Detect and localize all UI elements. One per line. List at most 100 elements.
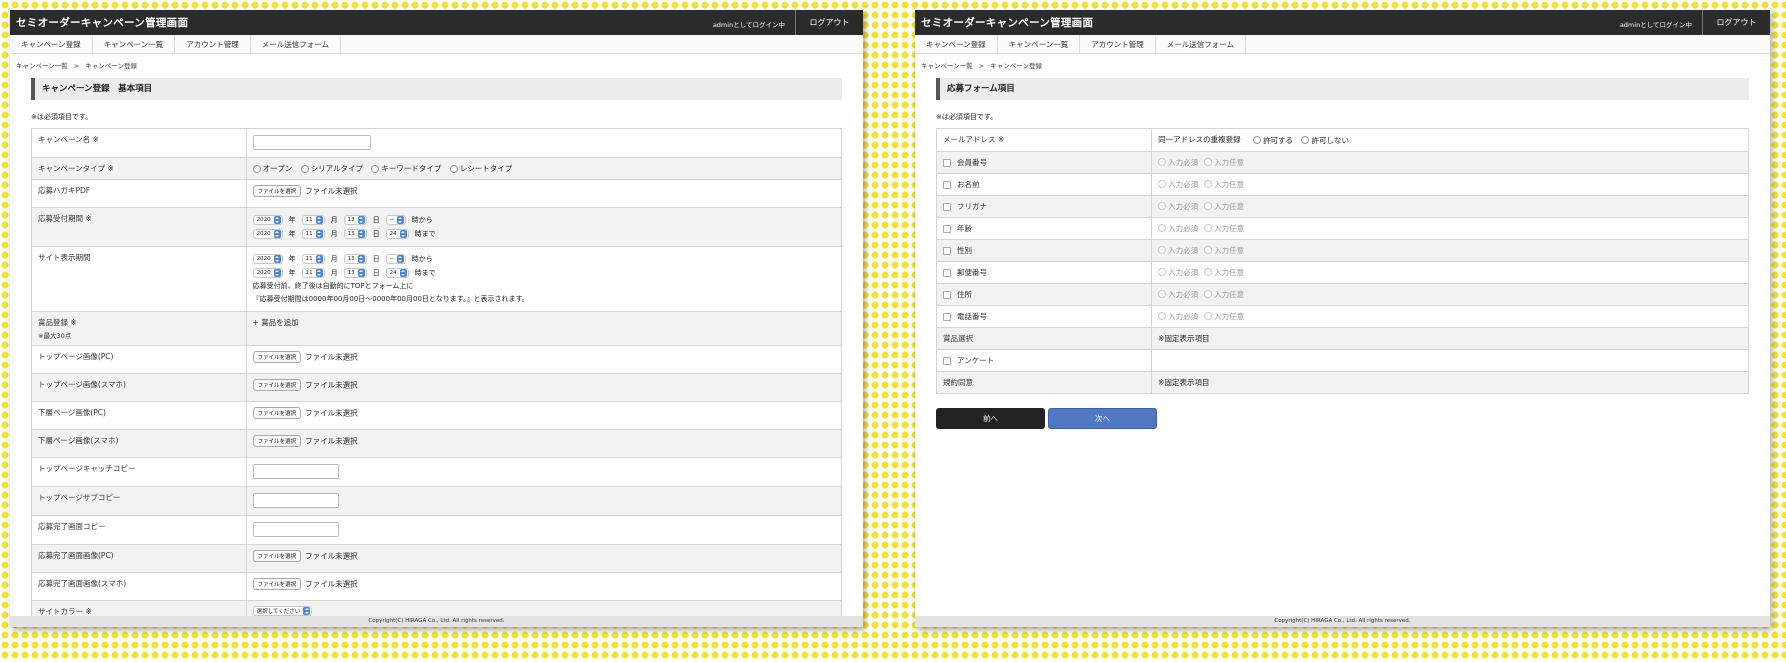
- year-select[interactable]: 2020: [252, 215, 283, 225]
- nav-item-account[interactable]: アカウント管理: [1080, 35, 1156, 53]
- hour-select[interactable]: --: [385, 254, 406, 264]
- radio-label: 入力必須: [1168, 311, 1199, 321]
- field-checkbox[interactable]: [943, 202, 951, 211]
- required-radio[interactable]: [1158, 180, 1167, 188]
- field-label: 応募ハガキPDF: [31, 179, 247, 208]
- type-radio-serial[interactable]: [300, 164, 309, 173]
- hour-select[interactable]: 24: [385, 268, 409, 278]
- type-radio-keyword[interactable]: [371, 164, 380, 173]
- top-sub-input[interactable]: [252, 493, 339, 508]
- file-select-button[interactable]: ファイルを選択: [252, 435, 302, 447]
- required-radio[interactable]: [1158, 268, 1167, 276]
- field-sublabel: ※最大30点: [38, 332, 72, 340]
- file-select-button[interactable]: ファイルを選択: [252, 379, 302, 391]
- field-label: 規約同意: [935, 370, 1153, 394]
- breadcrumb-campaign-list[interactable]: キャンペーン一覧: [921, 62, 973, 70]
- dup-deny-radio[interactable]: [1301, 136, 1310, 144]
- breadcrumb: キャンペーン一覧 > キャンペーン登録: [915, 54, 1770, 73]
- field-label: お名前: [957, 179, 980, 189]
- logout-button[interactable]: ログアウト: [1702, 10, 1770, 35]
- back-button[interactable]: 前へ: [936, 407, 1045, 429]
- day-select[interactable]: 13: [343, 254, 367, 264]
- field-label: キャンペーン名 ※: [31, 128, 247, 158]
- field-checkbox[interactable]: [943, 268, 951, 277]
- optional-radio[interactable]: [1204, 268, 1213, 276]
- field-label: 応募完了画面コピー: [31, 515, 247, 545]
- required-radio[interactable]: [1158, 290, 1167, 298]
- nav-item-account[interactable]: アカウント管理: [175, 35, 251, 53]
- file-status: ファイル未選択: [305, 380, 358, 390]
- file-status: ファイル未選択: [305, 579, 358, 589]
- type-radio-receipt[interactable]: [449, 164, 458, 173]
- month-select[interactable]: 11: [301, 215, 325, 225]
- optional-radio[interactable]: [1204, 246, 1213, 254]
- field-checkbox[interactable]: [943, 246, 951, 255]
- form-field-row: 電話番号 入力必須 入力任意: [935, 304, 1749, 328]
- optional-radio[interactable]: [1204, 180, 1213, 188]
- file-select-button[interactable]: ファイルを選択: [252, 351, 302, 363]
- nav-item-mail-form[interactable]: メール送信フォーム: [1156, 35, 1247, 53]
- month-select[interactable]: 11: [301, 254, 325, 264]
- year-select[interactable]: 2020: [252, 268, 283, 278]
- nav-item-campaign-list[interactable]: キャンペーン一覧: [93, 35, 176, 53]
- required-radio[interactable]: [1158, 312, 1167, 320]
- optional-radio[interactable]: [1204, 158, 1213, 166]
- site-color-select[interactable]: 選択してください: [252, 606, 313, 616]
- campaign-name-input[interactable]: [252, 135, 371, 150]
- breadcrumb-separator: >: [73, 62, 80, 70]
- field-label: 賞品選択: [935, 326, 1153, 350]
- day-select[interactable]: 13: [343, 215, 367, 225]
- field-checkbox[interactable]: [943, 290, 951, 299]
- field-checkbox[interactable]: [943, 180, 951, 189]
- radio-label: 入力任意: [1214, 311, 1245, 321]
- optional-radio[interactable]: [1204, 290, 1213, 298]
- optional-radio[interactable]: [1204, 312, 1213, 320]
- day-select[interactable]: 13: [343, 268, 367, 278]
- day-select[interactable]: 13: [343, 229, 367, 239]
- field-label: トップページ画像(スマホ): [31, 373, 247, 402]
- required-radio[interactable]: [1158, 246, 1167, 254]
- field-checkbox[interactable]: [943, 312, 951, 321]
- survey-checkbox[interactable]: [943, 356, 951, 365]
- field-checkbox[interactable]: [943, 224, 951, 233]
- top-catch-input[interactable]: [252, 464, 339, 479]
- add-prize-link[interactable]: + 賞品を追加: [253, 318, 299, 327]
- breadcrumb-campaign-list[interactable]: キャンペーン一覧: [16, 62, 68, 70]
- done-copy-input[interactable]: [252, 522, 339, 537]
- nav-item-mail-form[interactable]: メール送信フォーム: [251, 35, 342, 53]
- month-select[interactable]: 11: [301, 268, 325, 278]
- hour-select[interactable]: --: [385, 215, 406, 225]
- nav-item-campaign-list[interactable]: キャンペーン一覧: [998, 35, 1081, 53]
- file-select-button[interactable]: ファイルを選択: [252, 578, 302, 590]
- optional-radio[interactable]: [1204, 202, 1213, 210]
- radio-label: 入力必須: [1168, 201, 1199, 211]
- required-radio[interactable]: [1158, 158, 1167, 166]
- field-checkbox[interactable]: [943, 158, 951, 167]
- nav-item-campaign-register[interactable]: キャンペーン登録: [10, 35, 93, 53]
- radio-label: 許可しない: [1311, 135, 1349, 145]
- file-status: ファイル未選択: [305, 352, 358, 362]
- required-radio[interactable]: [1158, 224, 1167, 232]
- form-field-row: 性別 入力必須 入力任意: [935, 238, 1749, 262]
- required-radio[interactable]: [1158, 202, 1167, 210]
- file-select-button[interactable]: ファイルを選択: [252, 185, 302, 197]
- login-status: adminとしてログイン中: [1619, 21, 1692, 29]
- file-select-button[interactable]: ファイルを選択: [252, 407, 302, 419]
- file-select-button[interactable]: ファイルを選択: [252, 550, 302, 562]
- year-select[interactable]: 2020: [252, 229, 283, 239]
- type-radio-open[interactable]: [252, 164, 261, 173]
- next-button[interactable]: 次へ: [1048, 407, 1157, 429]
- radio-label: オープン: [262, 164, 293, 173]
- field-label: アンケート: [957, 355, 995, 365]
- month-select[interactable]: 11: [301, 229, 325, 239]
- year-select[interactable]: 2020: [252, 254, 283, 264]
- display-period-from: 2020 年 11 月 13 日 -- 時から: [252, 252, 835, 266]
- dup-allow-radio[interactable]: [1253, 136, 1262, 144]
- hour-select[interactable]: 24: [385, 229, 409, 239]
- campaign-basic-panel: セミオーダーキャンペーン管理画面 adminとしてログイン中 ログアウト キャン…: [10, 10, 863, 627]
- logout-button[interactable]: ログアウト: [795, 10, 863, 35]
- optional-radio[interactable]: [1204, 224, 1213, 232]
- nav-item-campaign-register[interactable]: キャンペーン登録: [915, 35, 998, 53]
- form-field-row: お名前 入力必須 入力任意: [935, 172, 1749, 196]
- footer-copyright: Copyright(C) HIRAGA Co., Ltd. All rights…: [915, 616, 1770, 627]
